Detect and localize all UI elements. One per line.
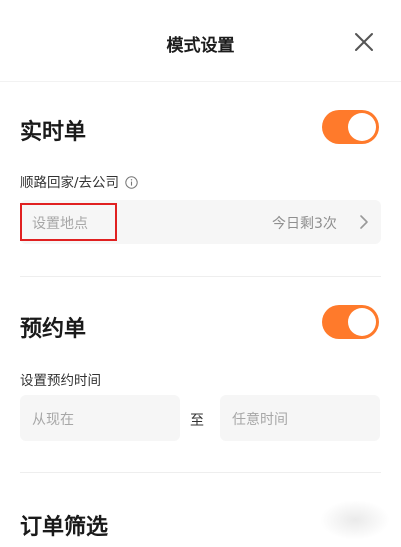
- filter-section-title[interactable]: 订单筛选: [20, 509, 108, 541]
- reservation-time-label: 设置预约时间: [20, 373, 101, 389]
- divider: [20, 472, 381, 473]
- reservation-toggle[interactable]: [322, 305, 379, 339]
- route-label-row: 顺路回家/去公司: [20, 171, 138, 191]
- faded-toggle: [320, 500, 390, 540]
- realtime-section-title: 实时单: [20, 120, 87, 145]
- toggle-knob: [348, 113, 376, 141]
- header: 模式设置: [0, 0, 401, 82]
- from-time-field[interactable]: 从现在: [20, 395, 180, 441]
- realtime-toggle[interactable]: [322, 110, 379, 144]
- reservation-section-title: 预约单: [20, 317, 87, 342]
- location-placeholder: 设置地点: [32, 216, 88, 232]
- to-placeholder: 任意时间: [232, 412, 288, 428]
- chevron-right-icon: [359, 214, 369, 234]
- route-label: 顺路回家/去公司: [20, 175, 120, 191]
- remaining-count: 今日剩3次: [272, 216, 337, 232]
- from-placeholder: 从现在: [32, 412, 74, 428]
- to-label: 至: [190, 413, 204, 429]
- page-title: 模式设置: [166, 36, 235, 56]
- location-field[interactable]: 设置地点 今日剩3次: [20, 200, 381, 244]
- close-icon[interactable]: [352, 30, 376, 54]
- divider: [20, 276, 381, 277]
- info-icon[interactable]: [125, 176, 138, 189]
- to-time-field[interactable]: 任意时间: [220, 395, 380, 441]
- toggle-knob: [348, 308, 376, 336]
